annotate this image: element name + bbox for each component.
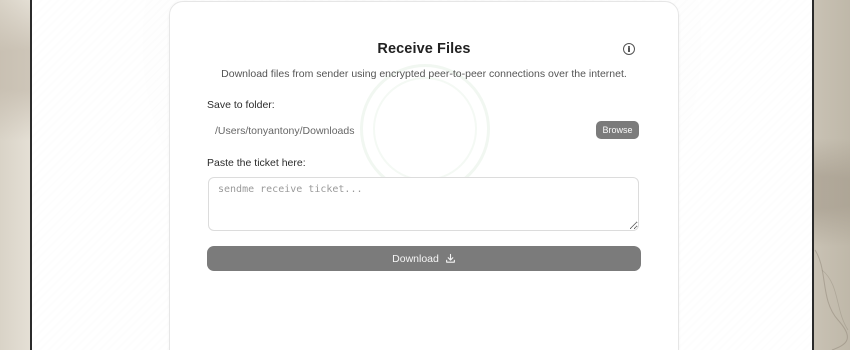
download-button[interactable]: Download xyxy=(207,246,641,271)
info-icon[interactable] xyxy=(623,43,635,55)
download-button-label: Download xyxy=(392,252,439,265)
save-folder-label: Save to folder: xyxy=(207,99,275,111)
ticket-input[interactable] xyxy=(208,177,639,231)
app-window: Receive Files Download files from sender… xyxy=(30,0,814,350)
folder-path-value: /Users/tonyantony/Downloads xyxy=(215,125,355,137)
browse-button[interactable]: Browse xyxy=(596,121,639,139)
page-subtitle: Download files from sender using encrypt… xyxy=(221,68,627,80)
page-title: Receive Files xyxy=(377,41,471,57)
download-icon xyxy=(445,253,455,263)
receive-card: Receive Files Download files from sender… xyxy=(169,1,679,350)
ticket-label: Paste the ticket here: xyxy=(207,157,306,169)
save-folder-row: /Users/tonyantony/Downloads Browse xyxy=(207,116,641,146)
desktop-texture xyxy=(814,249,849,350)
